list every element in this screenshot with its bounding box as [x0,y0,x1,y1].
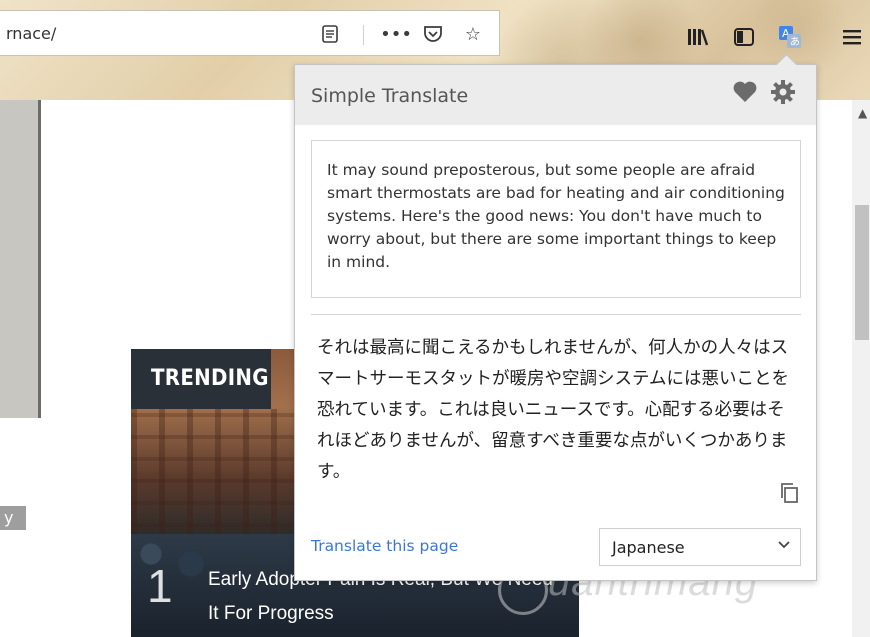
reader-view-icon[interactable] [319,23,341,45]
source-text-area[interactable]: It may sound preposterous, but some peop… [311,140,801,298]
scroll-up-icon[interactable]: ▲ [858,106,867,120]
trending-number: 1 [147,560,173,612]
url-separator [363,25,364,45]
scrollbar-thumb[interactable] [855,205,869,340]
divider [311,314,801,315]
bookmark-star-icon[interactable]: ☆ [462,23,484,45]
svg-text:あ: あ [790,36,800,48]
translation-result: それは最高に聞こえるかもしれませんが、何人かの人々はスマートサーモスタットが暖房… [317,338,789,482]
simple-translate-popup: Simple Translate It may sound prepostero… [294,64,817,581]
library-icon[interactable] [685,24,711,50]
target-language-select[interactable]: Japanese [599,528,801,566]
sidebar-icon[interactable] [731,24,757,50]
more-icon[interactable]: ••• [380,23,412,45]
popup-title: Simple Translate [311,85,469,107]
target-language-value: Japanese [612,538,685,557]
side-tag[interactable]: y [0,506,26,530]
source-text[interactable]: It may sound preposterous, but some peop… [327,159,792,274]
popup-header: Simple Translate [295,65,816,125]
translate-page-link[interactable]: Translate this page [311,537,458,555]
translate-extension-icon[interactable]: Aあ [777,24,803,50]
url-text[interactable]: rnace/ [6,24,56,43]
copy-icon[interactable] [779,482,799,509]
chevron-down-icon [778,538,790,554]
gear-icon[interactable] [770,79,796,112]
url-bar[interactable]: rnace/ ••• ☆ [0,10,500,56]
menu-icon[interactable] [839,24,865,50]
side-panel [0,100,41,418]
pocket-icon[interactable] [422,23,444,45]
scrollbar[interactable] [852,100,870,637]
heart-icon[interactable] [732,80,758,110]
trending-label: TRENDING [131,349,271,409]
